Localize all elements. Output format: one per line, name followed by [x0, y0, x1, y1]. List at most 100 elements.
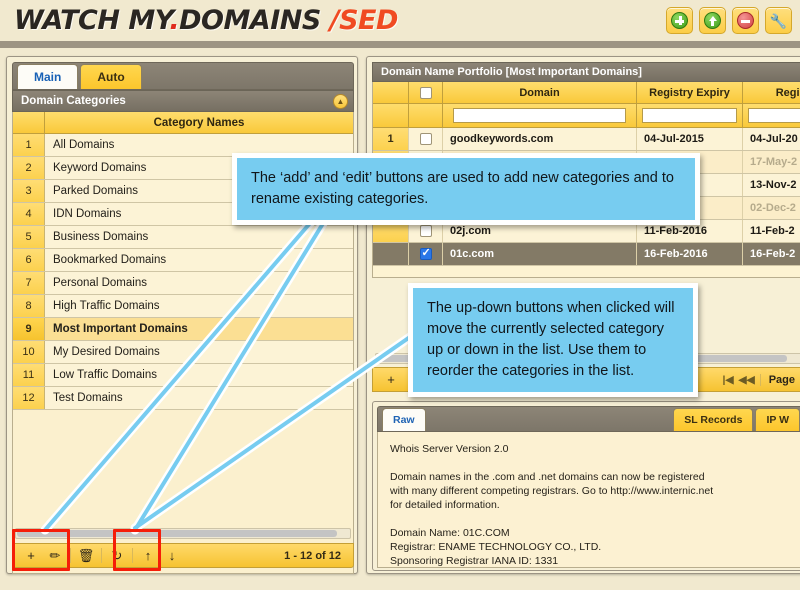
categories-number-column-header [13, 112, 45, 133]
tab-auto[interactable]: Auto [80, 64, 142, 89]
categories-section-header: Domain Categories ▲ [12, 90, 354, 112]
category-row-number: 8 [13, 295, 45, 317]
settings-button[interactable]: 🔧 [765, 7, 792, 34]
pagination-controls: |◀ ◀◀ Page [723, 373, 799, 386]
arrow-up-circle-icon [704, 12, 721, 29]
portfolio-row[interactable]: 1 goodkeywords.com 04-Jul-2015 04-Jul-20 [373, 128, 800, 151]
category-row-number: 7 [13, 272, 45, 294]
category-row[interactable]: 5 Business Domains [13, 226, 353, 249]
first-page-icon[interactable]: |◀ [723, 374, 734, 386]
details-panel: Raw SL Records IP W Whois Server Version… [372, 401, 800, 571]
callout-add-edit: The ‘add’ and ‘edit’ buttons are used to… [232, 153, 700, 225]
page-label: Page [759, 373, 795, 386]
category-row-name: Business Domains [45, 226, 353, 248]
add-button[interactable] [666, 7, 693, 34]
move-down-button[interactable]: ↓ [160, 545, 184, 566]
tab-raw[interactable]: Raw [382, 408, 426, 431]
select-all-checkbox[interactable] [419, 86, 432, 99]
category-row-number: 2 [13, 157, 45, 179]
move-up-button[interactable]: ↑ [136, 545, 160, 566]
category-row-number: 3 [13, 180, 45, 202]
category-row[interactable]: 11 Low Traffic Domains [13, 364, 353, 387]
portfolio-row-checkbox-cell[interactable] [409, 128, 443, 150]
select-all-checkbox-cell[interactable] [409, 82, 443, 103]
category-row[interactable]: 12 Test Domains [13, 387, 353, 410]
add-category-button[interactable]: + [19, 545, 43, 566]
column-header-domain[interactable]: Domain [443, 82, 637, 103]
wrench-icon: 🔧 [769, 12, 788, 29]
refresh-button[interactable]: ↻ [105, 545, 129, 566]
category-row-number: 1 [13, 134, 45, 156]
portfolio-filter-row [373, 104, 800, 128]
logo-text-sed: /SED [329, 5, 399, 36]
portfolio-cell-registrar-expiry: 02-Dec-2 [743, 197, 800, 219]
delete-category-button[interactable]: 🗑 [74, 545, 98, 566]
toolbar-divider [132, 548, 133, 563]
categories-toolbar: + ✏ 🗑 ↻ ↑ ↓ 1 - 12 of 12 [12, 543, 354, 568]
portfolio-column-header: Domain Registry Expiry Regist [373, 82, 800, 104]
portfolio-cell-domain: 01c.com [443, 243, 637, 265]
category-row-number: 11 [13, 364, 45, 386]
categories-horizontal-scrollbar[interactable] [15, 528, 351, 539]
tab-ssl-records[interactable]: SL Records [673, 408, 754, 431]
record-count-label: 1 - 12 of 12 [284, 549, 341, 562]
tab-main[interactable]: Main [17, 64, 79, 89]
category-row-number: 10 [13, 341, 45, 363]
filter-registry-expiry-cell [637, 104, 743, 127]
category-row-name: My Desired Domains [45, 341, 353, 363]
details-tabstrip: Raw SL Records IP W [377, 406, 800, 432]
filter-registrar-expiry-cell [743, 104, 800, 127]
categories-column-header: Category Names [13, 112, 353, 134]
category-row[interactable]: 9 Most Important Domains [13, 318, 353, 341]
portfolio-row-checkbox-cell[interactable] [409, 243, 443, 265]
category-row-name: Low Traffic Domains [45, 364, 353, 386]
category-row-number: 12 [13, 387, 45, 409]
add-domain-button[interactable]: + [379, 369, 403, 390]
edit-category-button[interactable]: ✏ [43, 545, 67, 566]
portfolio-cell-registrar-expiry: 13-Nov-2 [743, 174, 800, 196]
toolbar-divider [101, 548, 102, 563]
categories-panel: Main Auto Domain Categories ▲ Category N… [6, 56, 358, 574]
remove-button[interactable] [732, 7, 759, 34]
portfolio-row-checkbox[interactable] [419, 225, 432, 237]
category-row-name: Bookmarked Domains [45, 249, 353, 271]
column-header-registrar-expiry[interactable]: Regist [743, 82, 800, 103]
whois-output-text: Whois Server Version 2.0 Domain names in… [377, 432, 800, 568]
column-header-registry-expiry[interactable]: Registry Expiry [637, 82, 743, 103]
portfolio-cell-registrar-expiry: 11-Feb-2 [743, 220, 800, 242]
portfolio-number-column-header [373, 82, 409, 103]
tab-ip-whois[interactable]: IP W [755, 408, 800, 431]
logo-dot-icon: . [169, 5, 180, 36]
portfolio-cell-registry-expiry: 16-Feb-2016 [637, 243, 743, 265]
category-row[interactable]: 6 Bookmarked Domains [13, 249, 353, 272]
category-row[interactable]: 10 My Desired Domains [13, 341, 353, 364]
callout-up-down: The up-down buttons when clicked will mo… [408, 283, 698, 397]
portfolio-row[interactable]: 01c.com16-Feb-201616-Feb-2 [373, 243, 800, 266]
portfolio-row-number: 1 [373, 128, 409, 150]
portfolio-section-title: Domain Name Portfolio [Most Important Do… [381, 66, 642, 78]
portfolio-cell-registry-expiry: 04-Jul-2015 [637, 128, 743, 150]
category-row-number: 4 [13, 203, 45, 225]
up-button[interactable] [699, 7, 726, 34]
portfolio-row-checkbox[interactable] [419, 246, 432, 260]
app-logo: WATCH MY.DOMAINS /SED [14, 5, 398, 36]
portfolio-cell-registrar-expiry: 04-Jul-20 [743, 128, 800, 150]
filter-registrar-expiry-input[interactable] [747, 108, 800, 123]
filter-domain-cell [443, 104, 637, 127]
portfolio-cell-registrar-expiry: 16-Feb-2 [743, 243, 800, 265]
filter-number-cell [373, 104, 409, 127]
chevron-up-icon[interactable]: ▲ [333, 94, 348, 109]
category-row[interactable]: 8 High Traffic Domains [13, 295, 353, 318]
category-row-number: 9 [13, 318, 45, 340]
prev-page-icon[interactable]: ◀◀ [739, 374, 755, 386]
category-row[interactable]: 7 Personal Domains [13, 272, 353, 295]
filter-registry-expiry-input[interactable] [642, 108, 737, 123]
header-toolbar: 🔧 [666, 7, 792, 34]
logo-text-main: WATCH MY [14, 5, 170, 36]
filter-domain-input[interactable] [452, 108, 627, 123]
filter-checkbox-cell [409, 104, 443, 127]
app-header: WATCH MY.DOMAINS /SED 🔧 [0, 0, 800, 41]
portfolio-row-checkbox[interactable] [419, 133, 432, 145]
header-divider [0, 41, 800, 48]
scrollbar-thumb[interactable] [17, 530, 337, 537]
